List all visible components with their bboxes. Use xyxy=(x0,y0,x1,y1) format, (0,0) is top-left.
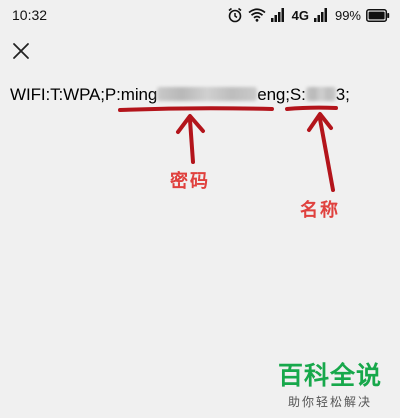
watermark-subtitle: 助你轻松解决 xyxy=(287,395,372,409)
password-label: 密码 xyxy=(170,171,210,192)
password-underline xyxy=(118,106,274,112)
password-arrow xyxy=(188,118,195,164)
name-underline xyxy=(285,105,338,111)
annotation-marks xyxy=(118,105,338,192)
watermark-logo: 百科全说 助你轻松解决 xyxy=(272,361,388,410)
watermark-title: 百科全说 xyxy=(277,361,382,390)
name-label: 名称 xyxy=(300,200,340,221)
